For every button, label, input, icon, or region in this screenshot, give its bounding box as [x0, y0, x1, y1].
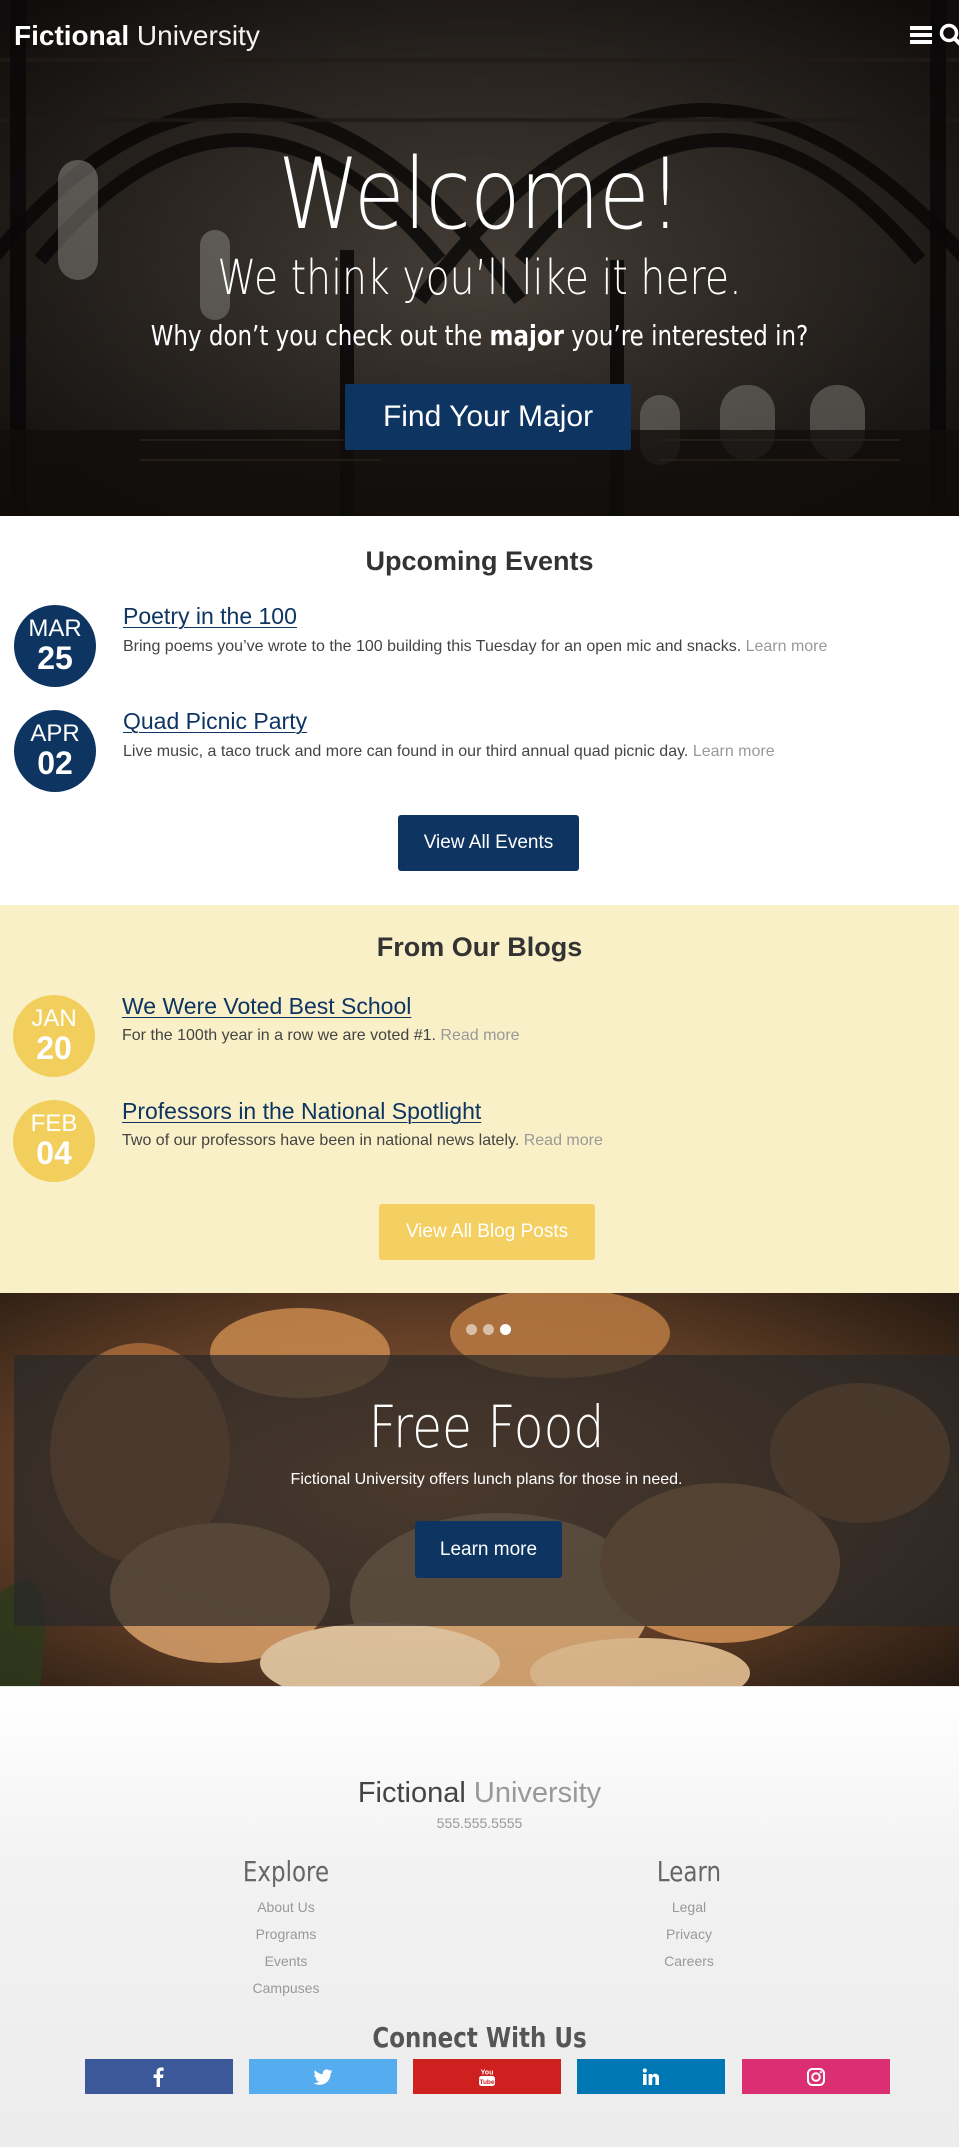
event-learn-more-link[interactable]: Learn more	[693, 743, 775, 760]
linkedin-button[interactable]	[577, 2059, 725, 2094]
slider-dot-active[interactable]	[500, 1324, 511, 1335]
twitter-button[interactable]	[249, 2059, 397, 2094]
event-date-badge[interactable]: APR 02	[14, 710, 96, 792]
svg-text:You: You	[481, 2070, 494, 2077]
youtube-button[interactable]: Tube You	[413, 2059, 561, 2094]
hero-subtitle: We think you’ll like it here.	[217, 250, 742, 306]
footer-learn-title: Learn	[656, 1855, 722, 1888]
blog-month: JAN	[31, 1005, 77, 1032]
blog-read-more-link[interactable]: Read more	[524, 1132, 603, 1149]
slider-dot[interactable]	[466, 1324, 477, 1335]
footer-explore-column: Explore About Us Programs Events Campuse…	[186, 1855, 386, 2002]
blog-day: 20	[36, 1030, 72, 1066]
logo-light-text: University	[136, 20, 260, 51]
blog-excerpt: Two of our professors have been in natio…	[122, 1132, 603, 1150]
event-description-text: Live music, a taco truck and more can fo…	[123, 743, 693, 760]
logo-strong-text: Fictional	[14, 20, 130, 51]
footer-link-programs[interactable]: Programs	[186, 1921, 386, 1948]
hero-text-before: Why don’t you check out the	[150, 319, 490, 352]
footer-explore-title: Explore	[242, 1855, 330, 1888]
hero-title: Welcome!	[278, 138, 682, 252]
twitter-icon	[313, 2069, 333, 2085]
youtube-icon: Tube You	[479, 2070, 495, 2086]
site-logo[interactable]: Fictional University	[14, 20, 260, 52]
footer-logo-strong: Fictional	[357, 1777, 466, 1809]
footer-link-campuses[interactable]: Campuses	[186, 1975, 386, 2002]
slide-overlay-panel: Free Food Fictional University offers lu…	[14, 1355, 959, 1626]
blog-date-badge[interactable]: JAN 20	[13, 995, 95, 1077]
facebook-icon	[153, 2067, 164, 2087]
footer-logo[interactable]: Fictional University	[0, 1777, 959, 1810]
events-section: Upcoming Events MAR 25 Poetry in the 100…	[0, 516, 959, 905]
footer-logo-light: University	[473, 1777, 602, 1809]
event-day: 02	[37, 745, 73, 781]
linkedin-icon	[642, 2068, 659, 2085]
find-your-major-button[interactable]: Find Your Major	[345, 384, 631, 450]
footer-link-privacy[interactable]: Privacy	[589, 1921, 789, 1948]
event-month: MAR	[28, 615, 82, 642]
slide-learn-more-button[interactable]: Learn more	[415, 1521, 562, 1578]
hamburger-menu-icon[interactable]	[910, 24, 932, 46]
blog-read-more-link[interactable]: Read more	[440, 1027, 519, 1044]
blogs-section-title: From Our Blogs	[376, 932, 583, 962]
footer-link-legal[interactable]: Legal	[589, 1894, 789, 1921]
facebook-button[interactable]	[85, 2059, 233, 2094]
footer-link-careers[interactable]: Careers	[589, 1948, 789, 1975]
view-all-blog-posts-button[interactable]: View All Blog Posts	[379, 1204, 595, 1260]
blog-excerpt-text: For the 100th year in a row we are voted…	[122, 1027, 441, 1044]
event-title-link[interactable]: Poetry in the 100	[123, 603, 297, 630]
blog-title-link[interactable]: We Were Voted Best School	[122, 993, 411, 1020]
hero-text-strong: major	[489, 319, 564, 352]
slide-title: Free Food	[368, 1393, 605, 1461]
events-section-title: Upcoming Events	[365, 546, 594, 576]
hero-section: Fictional University Welcome! We think y…	[0, 0, 959, 516]
blog-excerpt-text: Two of our professors have been in natio…	[122, 1132, 524, 1149]
hero-text: Why don’t you check out the major you’re…	[86, 319, 872, 352]
footer-link-about-us[interactable]: About Us	[186, 1894, 386, 1921]
event-title-link[interactable]: Quad Picnic Party	[123, 708, 307, 735]
blog-month: FEB	[30, 1110, 78, 1137]
blog-title-link[interactable]: Professors in the National Spotlight	[122, 1098, 481, 1125]
event-description: Bring poems you’ve wrote to the 100 buil…	[123, 638, 827, 656]
event-month: APR	[30, 720, 80, 747]
event-description: Live music, a taco truck and more can fo…	[123, 743, 775, 761]
site-header: Fictional University	[0, 0, 959, 72]
view-all-events-button[interactable]: View All Events	[398, 815, 579, 871]
search-icon[interactable]	[939, 22, 959, 48]
footer-phone[interactable]: 555.555.5555	[0, 1815, 959, 1831]
slide-text: Fictional University offers lunch plans …	[290, 1471, 683, 1488]
event-description-text: Bring poems you’ve wrote to the 100 buil…	[123, 638, 746, 655]
slider-dot[interactable]	[483, 1324, 494, 1335]
event-learn-more-link[interactable]: Learn more	[746, 638, 828, 655]
event-date-badge[interactable]: MAR 25	[14, 605, 96, 687]
instagram-button[interactable]	[742, 2059, 890, 2094]
svg-text:Tube: Tube	[479, 2079, 494, 2086]
footer-learn-column: Learn Legal Privacy Careers	[589, 1855, 789, 1975]
blog-excerpt: For the 100th year in a row we are voted…	[122, 1027, 520, 1045]
blog-day: 04	[36, 1135, 72, 1171]
site-footer: Fictional University 555.555.5555 Explor…	[0, 1686, 959, 2147]
footer-link-events[interactable]: Events	[186, 1948, 386, 1975]
hero-slider: Free Food Fictional University offers lu…	[0, 1293, 959, 1686]
blog-date-badge[interactable]: FEB 04	[13, 1100, 95, 1182]
connect-with-us-title: Connect With Us	[372, 2021, 587, 2054]
instagram-icon	[807, 2068, 825, 2086]
slider-pagination	[466, 1322, 517, 1335]
blogs-section: From Our Blogs JAN 20 We Were Voted Best…	[0, 905, 959, 1293]
event-day: 25	[37, 640, 73, 676]
hero-text-after: you’re interested in?	[563, 319, 809, 352]
